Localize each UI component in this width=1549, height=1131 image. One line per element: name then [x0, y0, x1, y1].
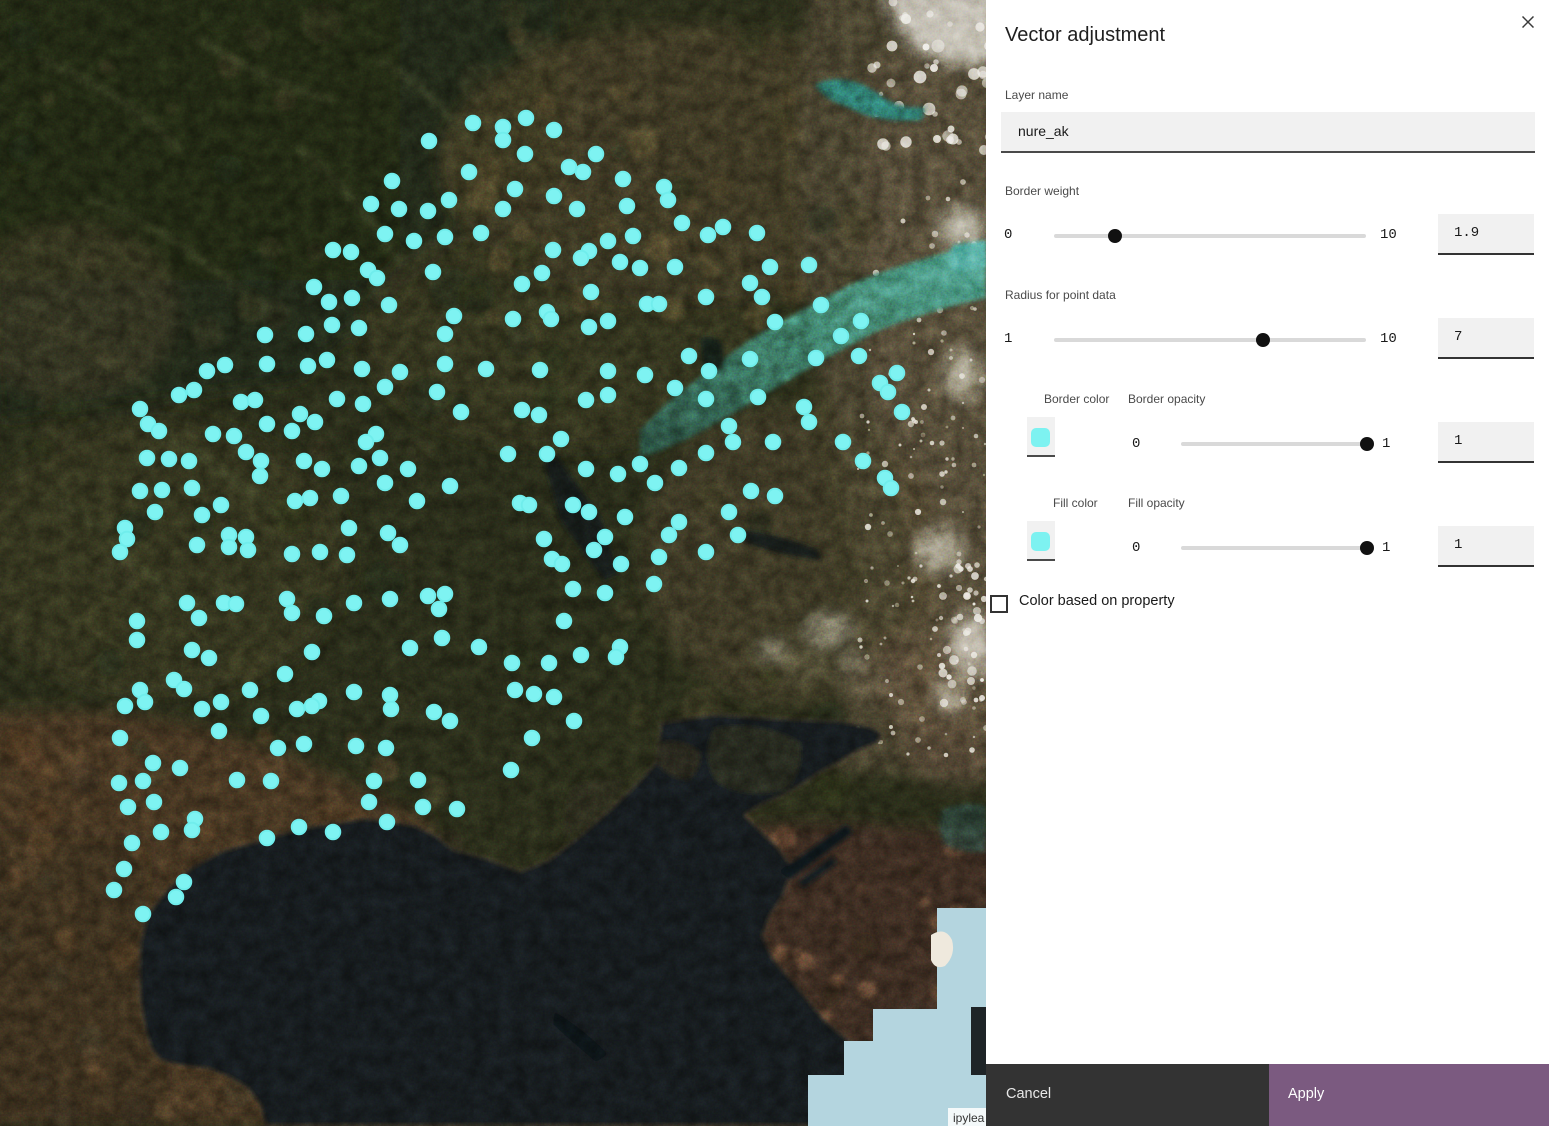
svg-text:ipylea: ipylea	[953, 1111, 985, 1125]
